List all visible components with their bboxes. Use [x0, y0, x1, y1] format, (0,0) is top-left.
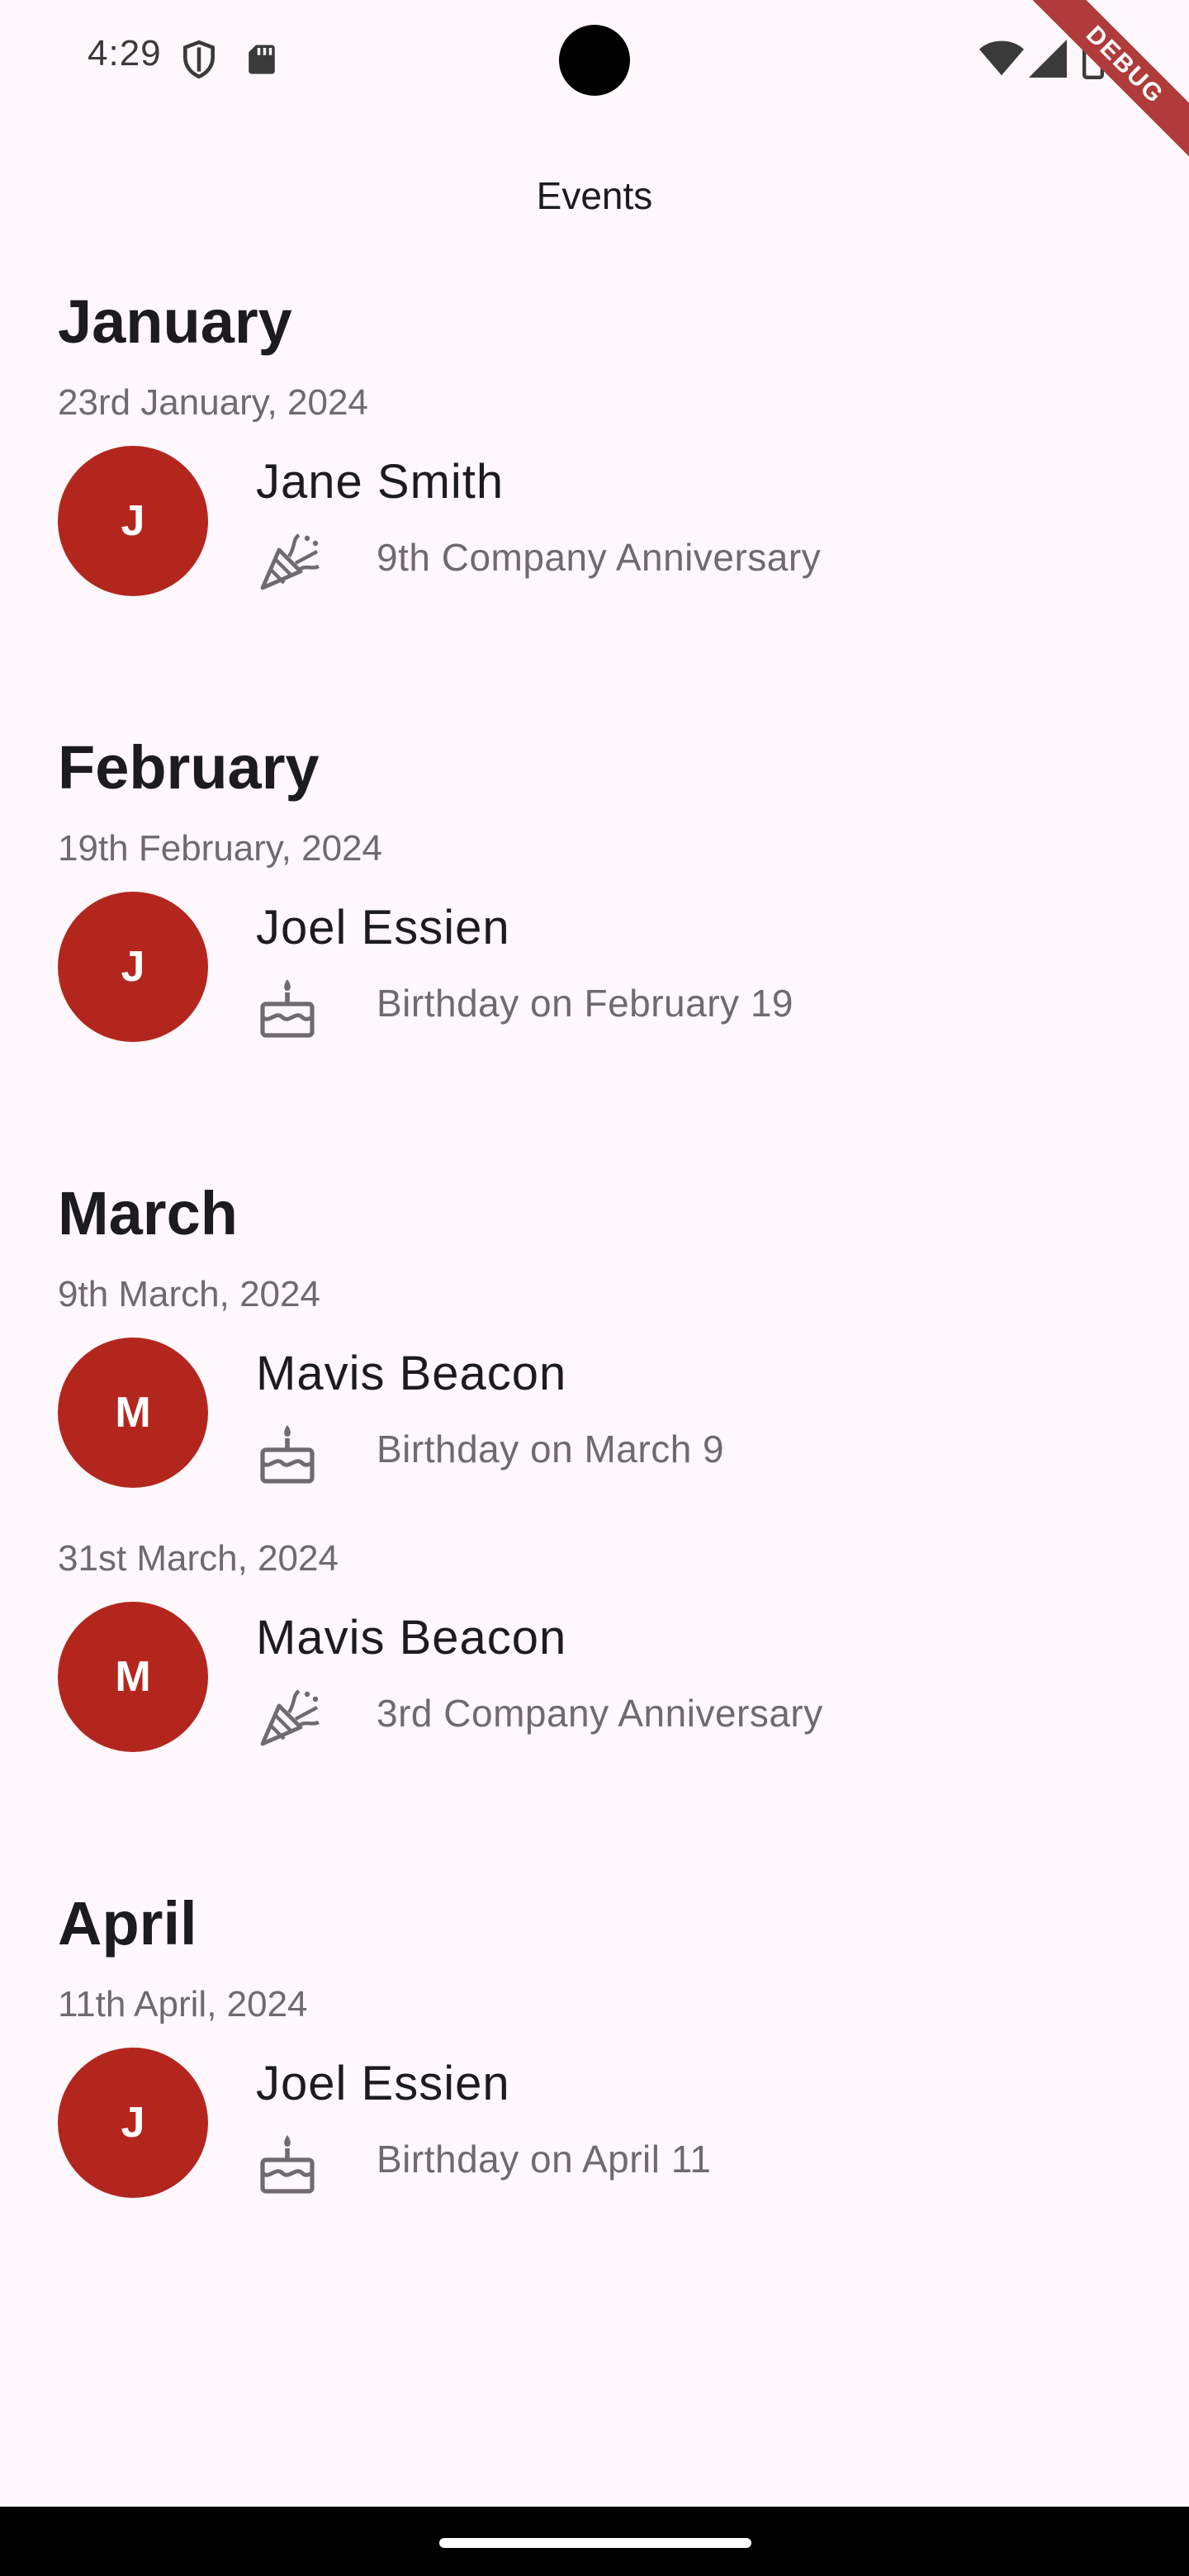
person-name: Joel Essien	[256, 2057, 510, 2110]
status-time: 4:29	[88, 33, 162, 73]
event-date: 31st March, 2024	[58, 1538, 339, 1579]
event-item[interactable]: J Joel Essien Birthday on February 19	[58, 892, 1189, 1049]
person-name: Joel Essien	[256, 901, 510, 954]
month-title: February	[58, 733, 320, 802]
event-item[interactable]: M Mavis Beacon 3rd Company Anniversary	[58, 1602, 1189, 1759]
month-section-february: February 19th February, 2024 J Joel Essi…	[0, 718, 1189, 1049]
event-description: Birthday on April 11	[377, 2138, 712, 2181]
avatar: M	[58, 1338, 208, 1488]
event-description: 3rd Company Anniversary	[377, 1692, 823, 1735]
shield-icon	[183, 40, 215, 79]
avatar: J	[58, 2048, 208, 2198]
page-title: Events	[536, 174, 653, 217]
event-date: 9th March, 2024	[58, 1274, 320, 1314]
debug-banner: DEBUG	[1007, 0, 1189, 182]
avatar: M	[58, 1602, 208, 1752]
person-name: Mavis Beacon	[256, 1347, 567, 1400]
avatar: J	[58, 446, 208, 596]
cake-icon	[260, 1425, 315, 1484]
front-camera	[559, 25, 630, 96]
event-date: 19th February, 2024	[58, 828, 382, 869]
person-name: Jane Smith	[256, 455, 504, 509]
event-item[interactable]: M Mavis Beacon Birthday on March 9	[58, 1338, 1189, 1494]
month-section-january: January 23rd January, 2024 J Jane Smith …	[0, 272, 1189, 603]
event-item[interactable]: J Jane Smith 9th Company Anniversary	[58, 446, 1189, 603]
home-indicator[interactable]	[439, 2538, 751, 2548]
month-title: January	[58, 287, 292, 356]
party-popper-icon	[260, 533, 320, 590]
month-section-april: April 11th April, 2024 J Joel Essien Bir…	[0, 1874, 1189, 2204]
system-nav-bar	[0, 2507, 1189, 2576]
debug-label: DEBUG	[1017, 0, 1189, 173]
month-title: April	[58, 1889, 197, 1958]
event-item[interactable]: J Joel Essien Birthday on April 11	[58, 2048, 1189, 2204]
month-title: March	[58, 1179, 238, 1248]
event-date: 11th April, 2024	[58, 1984, 308, 2024]
event-description: Birthday on February 19	[377, 982, 793, 1025]
event-date: 23rd January, 2024	[58, 382, 368, 423]
avatar: J	[58, 892, 208, 1042]
person-name: Mavis Beacon	[256, 1611, 567, 1664]
month-section-march: March 9th March, 2024 M Mavis Beacon Bir…	[0, 1164, 1189, 1759]
event-description: Birthday on March 9	[377, 1428, 725, 1470]
cake-icon	[260, 2135, 315, 2194]
cake-icon	[260, 979, 315, 1038]
events-list: January 23rd January, 2024 J Jane Smith …	[0, 272, 1189, 2204]
party-popper-icon	[260, 1689, 320, 1746]
sd-card-icon	[249, 45, 275, 74]
event-description: 9th Company Anniversary	[377, 536, 822, 579]
